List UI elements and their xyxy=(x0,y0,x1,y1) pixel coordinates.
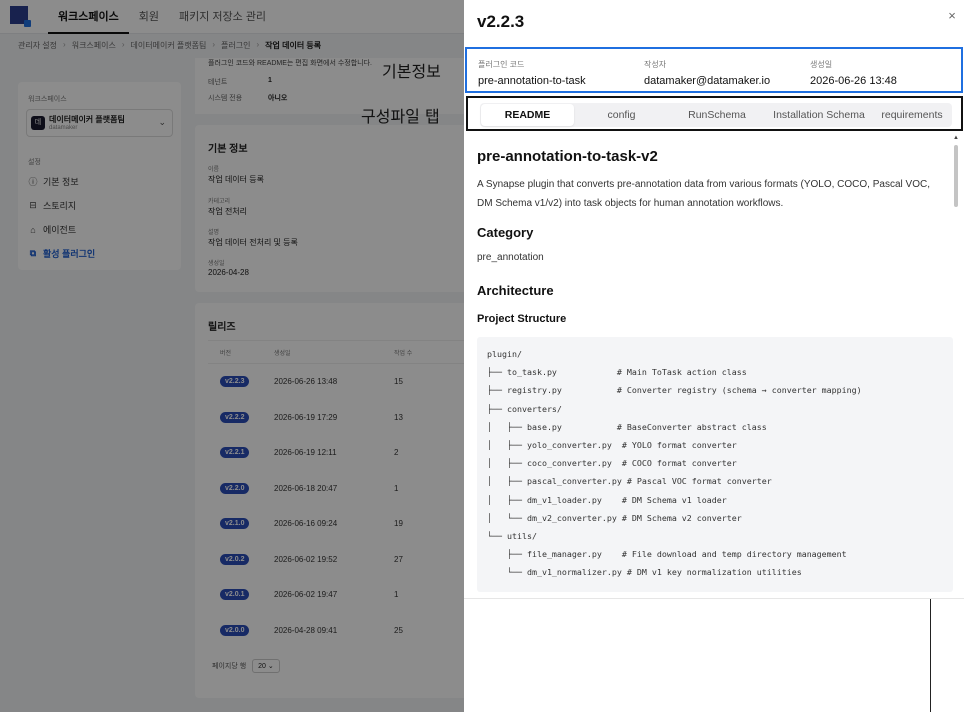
project-structure-heading: Project Structure xyxy=(477,313,567,325)
tab-installation-schema[interactable]: Installation Schema xyxy=(767,104,871,126)
tab-readme[interactable]: README xyxy=(481,104,574,126)
content-scrollbar[interactable]: ▲ xyxy=(953,135,960,598)
meta-label: 생성일 xyxy=(810,60,833,69)
meta-value: datamaker@datamaker.io xyxy=(644,75,771,87)
meta-info-box: 플러그인 코드 pre-annotation-to-task 작성자 datam… xyxy=(465,47,963,93)
scroll-up-icon[interactable]: ▲ xyxy=(953,135,959,141)
tab-config[interactable]: config xyxy=(576,104,667,126)
drawer-title: v2.2.3 xyxy=(477,12,525,31)
meta-label: 작성자 xyxy=(644,60,667,69)
scrollbar-thumb[interactable] xyxy=(954,145,958,207)
category-heading: Category xyxy=(477,225,534,240)
meta-plugin-code: 플러그인 코드 pre-annotation-to-task xyxy=(478,59,586,87)
readme-content: pre-annotation-to-task-v2 A Synapse plug… xyxy=(477,140,953,598)
tab-runschema[interactable]: RunSchema xyxy=(669,104,765,126)
architecture-heading: Architecture xyxy=(477,283,554,298)
code-text: plugin/ ├── to_task.py # Main ToTask act… xyxy=(487,349,862,578)
annotation-basic-info: 기본정보 xyxy=(382,62,441,81)
meta-created: 생성일 2026-06-26 13:48 xyxy=(810,59,897,87)
annotation-config-tab: 구성파일 탭 xyxy=(361,107,440,126)
meta-value: pre-annotation-to-task xyxy=(478,75,586,87)
meta-label: 플러그인 코드 xyxy=(478,60,525,69)
close-icon[interactable]: × xyxy=(944,8,960,24)
meta-value: 2026-06-26 13:48 xyxy=(810,75,897,87)
tab-requirements[interactable]: requirements xyxy=(873,104,951,126)
release-drawer: v2.2.3 × 플러그인 코드 pre-annotation-to-task … xyxy=(464,0,964,712)
category-value: pre_annotation xyxy=(477,252,544,263)
divider xyxy=(464,598,964,599)
config-tabs-box: README config RunSchema Installation Sch… xyxy=(466,96,963,131)
meta-author: 작성자 datamaker@datamaker.io xyxy=(644,59,770,87)
divider xyxy=(930,599,931,712)
config-tabs: README config RunSchema Installation Sch… xyxy=(480,103,952,127)
readme-title: pre-annotation-to-task-v2 xyxy=(477,148,658,165)
readme-description: A Synapse plugin that converts pre-annot… xyxy=(477,179,930,209)
code-block: plugin/ ├── to_task.py # Main ToTask act… xyxy=(477,337,953,592)
